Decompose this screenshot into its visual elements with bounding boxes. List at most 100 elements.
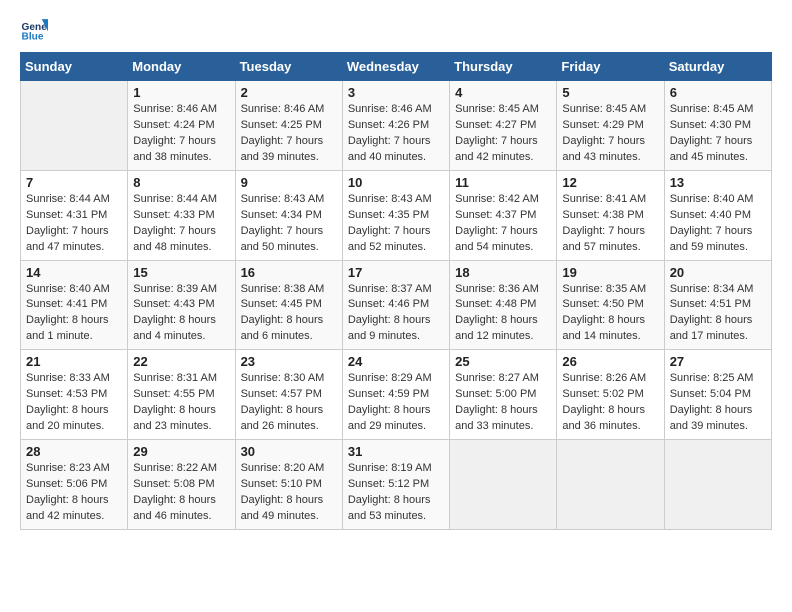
calendar-cell: 28 Sunrise: 8:23 AMSunset: 5:06 PMDayligh… [21, 440, 128, 530]
day-number: 9 [241, 175, 337, 190]
day-info: Sunrise: 8:35 AMSunset: 4:50 PMDaylight:… [562, 282, 658, 346]
day-number: 27 [670, 354, 766, 369]
day-info: Sunrise: 8:45 AMSunset: 4:27 PMDaylight:… [455, 102, 551, 166]
day-info: Sunrise: 8:44 AMSunset: 4:31 PMDaylight:… [26, 192, 122, 256]
calendar-cell: 2Sunrise: 8:46 AMSunset: 4:25 PMDaylight… [235, 81, 342, 171]
day-info: Sunrise: 8:29 AMSunset: 4:59 PMDaylight:… [348, 371, 444, 435]
day-number: 8 [133, 175, 229, 190]
day-info: Sunrise: 8:37 AMSunset: 4:46 PMDaylight:… [348, 282, 444, 346]
calendar-cell: 17 Sunrise: 8:37 AMSunset: 4:46 PMDayligh… [342, 260, 449, 350]
day-info: Sunrise: 8:39 AMSunset: 4:43 PMDaylight:… [133, 282, 229, 346]
calendar-cell: 1 Sunrise: 8:46 AMSunset: 4:24 PMDaylight… [128, 81, 235, 171]
day-number: 18 [455, 265, 551, 280]
day-number: 12 [562, 175, 658, 190]
day-number: 7 [26, 175, 122, 190]
week-row-1: 1 Sunrise: 8:46 AMSunset: 4:24 PMDaylight… [21, 81, 772, 171]
week-row-4: 21Sunrise: 8:33 AMSunset: 4:53 PMDayligh… [21, 350, 772, 440]
calendar-cell: 24 Sunrise: 8:29 AMSunset: 4:59 PMDayligh… [342, 350, 449, 440]
svg-text:Blue: Blue [22, 31, 44, 42]
day-number: 16 [241, 265, 337, 280]
day-info: Sunrise: 8:36 AMSunset: 4:48 PMDaylight:… [455, 282, 551, 346]
day-number: 22 [133, 354, 229, 369]
day-number: 5 [562, 85, 658, 100]
header-monday: Monday [128, 53, 235, 81]
day-info: Sunrise: 8:19 AMSunset: 5:12 PMDaylight:… [348, 461, 444, 525]
calendar-cell: 7 Sunrise: 8:44 AMSunset: 4:31 PMDaylight… [21, 170, 128, 260]
week-row-5: 28 Sunrise: 8:23 AMSunset: 5:06 PMDayligh… [21, 440, 772, 530]
calendar-cell: 29 Sunrise: 8:22 AMSunset: 5:08 PMDayligh… [128, 440, 235, 530]
day-info: Sunrise: 8:42 AMSunset: 4:37 PMDaylight:… [455, 192, 551, 256]
calendar-cell: 18 Sunrise: 8:36 AMSunset: 4:48 PMDayligh… [450, 260, 557, 350]
day-info: Sunrise: 8:41 AMSunset: 4:38 PMDaylight:… [562, 192, 658, 256]
day-info: Sunrise: 8:30 AMSunset: 4:57 PMDaylight:… [241, 371, 337, 435]
day-number: 4 [455, 85, 551, 100]
calendar-cell: 12 Sunrise: 8:41 AMSunset: 4:38 PMDayligh… [557, 170, 664, 260]
day-number: 24 [348, 354, 444, 369]
calendar-cell: 19Sunrise: 8:35 AMSunset: 4:50 PMDayligh… [557, 260, 664, 350]
calendar-cell: 10 Sunrise: 8:43 AMSunset: 4:35 PMDayligh… [342, 170, 449, 260]
calendar-cell [21, 81, 128, 171]
day-info: Sunrise: 8:25 AMSunset: 5:04 PMDaylight:… [670, 371, 766, 435]
day-number: 1 [133, 85, 229, 100]
calendar-cell: 9Sunrise: 8:43 AMSunset: 4:34 PMDaylight… [235, 170, 342, 260]
day-number: 17 [348, 265, 444, 280]
day-number: 30 [241, 444, 337, 459]
day-number: 14 [26, 265, 122, 280]
header-thursday: Thursday [450, 53, 557, 81]
day-number: 10 [348, 175, 444, 190]
day-info: Sunrise: 8:40 AMSunset: 4:41 PMDaylight:… [26, 282, 122, 346]
header-tuesday: Tuesday [235, 53, 342, 81]
day-number: 23 [241, 354, 337, 369]
logo-icon: General Blue [20, 16, 48, 44]
day-number: 13 [670, 175, 766, 190]
calendar-cell: 3Sunrise: 8:46 AMSunset: 4:26 PMDaylight… [342, 81, 449, 171]
calendar-cell: 14 Sunrise: 8:40 AMSunset: 4:41 PMDayligh… [21, 260, 128, 350]
calendar-cell: 15 Sunrise: 8:39 AMSunset: 4:43 PMDayligh… [128, 260, 235, 350]
header-wednesday: Wednesday [342, 53, 449, 81]
day-info: Sunrise: 8:22 AMSunset: 5:08 PMDaylight:… [133, 461, 229, 525]
calendar-cell: 25Sunrise: 8:27 AMSunset: 5:00 PMDayligh… [450, 350, 557, 440]
calendar-cell: 23 Sunrise: 8:30 AMSunset: 4:57 PMDayligh… [235, 350, 342, 440]
calendar-cell [557, 440, 664, 530]
day-info: Sunrise: 8:31 AMSunset: 4:55 PMDaylight:… [133, 371, 229, 435]
week-row-3: 14 Sunrise: 8:40 AMSunset: 4:41 PMDayligh… [21, 260, 772, 350]
calendar-cell: 31 Sunrise: 8:19 AMSunset: 5:12 PMDayligh… [342, 440, 449, 530]
day-number: 29 [133, 444, 229, 459]
calendar-cell: 5 Sunrise: 8:45 AMSunset: 4:29 PMDaylight… [557, 81, 664, 171]
day-info: Sunrise: 8:34 AMSunset: 4:51 PMDaylight:… [670, 282, 766, 346]
day-info: Sunrise: 8:43 AMSunset: 4:35 PMDaylight:… [348, 192, 444, 256]
day-number: 31 [348, 444, 444, 459]
day-info: Sunrise: 8:46 AMSunset: 4:26 PMDaylight:… [348, 102, 444, 166]
calendar-cell: 26 Sunrise: 8:26 AMSunset: 5:02 PMDayligh… [557, 350, 664, 440]
calendar-table: SundayMondayTuesdayWednesdayThursdayFrid… [20, 52, 772, 530]
day-info: Sunrise: 8:46 AMSunset: 4:24 PMDaylight:… [133, 102, 229, 166]
calendar-cell: 4 Sunrise: 8:45 AMSunset: 4:27 PMDaylight… [450, 81, 557, 171]
day-number: 20 [670, 265, 766, 280]
calendar-cell: 6Sunrise: 8:45 AMSunset: 4:30 PMDaylight… [664, 81, 771, 171]
day-info: Sunrise: 8:38 AMSunset: 4:45 PMDaylight:… [241, 282, 337, 346]
page-header: General Blue [20, 16, 772, 44]
week-row-2: 7 Sunrise: 8:44 AMSunset: 4:31 PMDaylight… [21, 170, 772, 260]
day-info: Sunrise: 8:20 AMSunset: 5:10 PMDaylight:… [241, 461, 337, 525]
header-sunday: Sunday [21, 53, 128, 81]
day-number: 25 [455, 354, 551, 369]
day-number: 26 [562, 354, 658, 369]
day-info: Sunrise: 8:45 AMSunset: 4:29 PMDaylight:… [562, 102, 658, 166]
header-friday: Friday [557, 53, 664, 81]
day-number: 28 [26, 444, 122, 459]
calendar-cell: 27 Sunrise: 8:25 AMSunset: 5:04 PMDayligh… [664, 350, 771, 440]
day-number: 11 [455, 175, 551, 190]
day-info: Sunrise: 8:46 AMSunset: 4:25 PMDaylight:… [241, 102, 337, 166]
day-number: 15 [133, 265, 229, 280]
calendar-cell: 22 Sunrise: 8:31 AMSunset: 4:55 PMDayligh… [128, 350, 235, 440]
day-info: Sunrise: 8:23 AMSunset: 5:06 PMDaylight:… [26, 461, 122, 525]
day-info: Sunrise: 8:40 AMSunset: 4:40 PMDaylight:… [670, 192, 766, 256]
calendar-cell [664, 440, 771, 530]
day-info: Sunrise: 8:26 AMSunset: 5:02 PMDaylight:… [562, 371, 658, 435]
day-info: Sunrise: 8:33 AMSunset: 4:53 PMDaylight:… [26, 371, 122, 435]
calendar-header-row: SundayMondayTuesdayWednesdayThursdayFrid… [21, 53, 772, 81]
day-info: Sunrise: 8:44 AMSunset: 4:33 PMDaylight:… [133, 192, 229, 256]
calendar-cell [450, 440, 557, 530]
calendar-cell: 11 Sunrise: 8:42 AMSunset: 4:37 PMDayligh… [450, 170, 557, 260]
calendar-cell: 8 Sunrise: 8:44 AMSunset: 4:33 PMDaylight… [128, 170, 235, 260]
